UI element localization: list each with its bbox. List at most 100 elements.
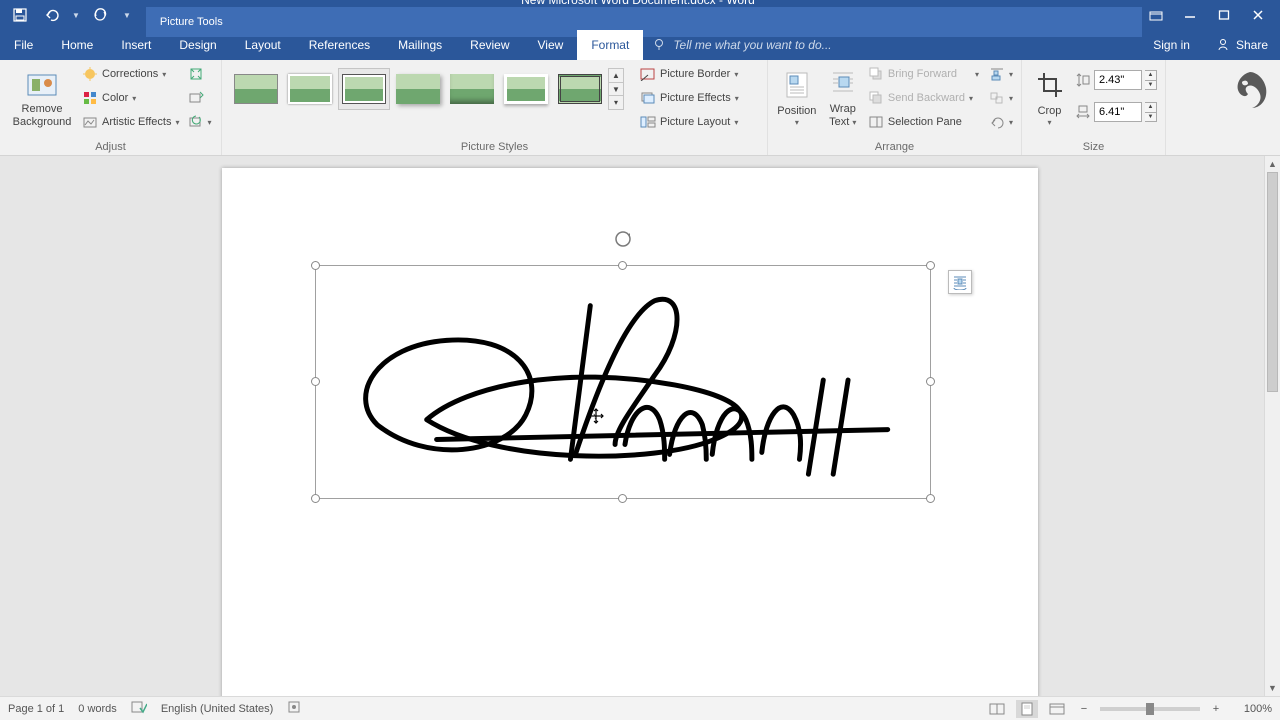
compress-pictures-button[interactable] xyxy=(188,64,212,84)
reset-picture-button[interactable]: ▾ xyxy=(188,112,212,132)
picture-layout-button[interactable]: Picture Layout▾ xyxy=(640,112,739,132)
height-field: ▲▼ xyxy=(1075,68,1157,92)
corrections-button[interactable]: Corrections▾ xyxy=(82,64,180,84)
resize-handle-ml[interactable] xyxy=(311,377,320,386)
language-indicator[interactable]: English (United States) xyxy=(161,703,274,715)
gallery-more[interactable]: ▾ xyxy=(609,96,623,109)
rotate-handle[interactable] xyxy=(614,230,632,248)
resize-handle-tm[interactable] xyxy=(618,261,627,270)
save-button[interactable] xyxy=(8,3,32,27)
tab-design[interactable]: Design xyxy=(165,30,230,60)
vertical-scrollbar[interactable]: ▲ ▼ xyxy=(1264,156,1280,696)
picture-effects-button[interactable]: Picture Effects▾ xyxy=(640,88,739,108)
width-spin-down[interactable]: ▼ xyxy=(1145,113,1156,122)
close-button[interactable] xyxy=(1244,3,1272,27)
tab-view[interactable]: View xyxy=(524,30,578,60)
bring-forward-button[interactable]: Bring Forward▾ xyxy=(868,64,979,84)
picture-effects-icon xyxy=(640,90,656,106)
remove-background-button[interactable]: Remove Background xyxy=(8,64,76,134)
style-preset-7[interactable] xyxy=(554,68,606,110)
macro-recording-icon[interactable] xyxy=(287,700,301,717)
print-layout-button[interactable] xyxy=(1016,700,1038,718)
group-button[interactable]: ▾ xyxy=(989,88,1013,108)
group-label-picture-styles: Picture Styles xyxy=(230,139,759,153)
resize-handle-bm[interactable] xyxy=(618,494,627,503)
tab-references[interactable]: References xyxy=(295,30,384,60)
layout-options-button[interactable] xyxy=(948,270,972,294)
position-button[interactable]: Position▾ xyxy=(776,64,818,134)
resize-handle-bl[interactable] xyxy=(311,494,320,503)
tab-file[interactable]: File xyxy=(0,30,47,60)
page-indicator[interactable]: Page 1 of 1 xyxy=(8,703,64,715)
minimize-button[interactable] xyxy=(1176,3,1204,27)
resize-handle-br[interactable] xyxy=(926,494,935,503)
remove-background-icon xyxy=(26,69,58,101)
width-spin-up[interactable]: ▲ xyxy=(1145,103,1156,113)
read-mode-button[interactable] xyxy=(986,700,1008,718)
qat-customize[interactable]: ▼ xyxy=(120,3,134,27)
selection-pane-button[interactable]: Selection Pane xyxy=(868,112,979,132)
undo-button[interactable] xyxy=(40,3,64,27)
resize-handle-tr[interactable] xyxy=(926,261,935,270)
word-count[interactable]: 0 words xyxy=(78,703,117,715)
picture-border-button[interactable]: Picture Border▾ xyxy=(640,64,739,84)
align-button[interactable]: ▾ xyxy=(989,64,1013,84)
style-preset-3[interactable] xyxy=(338,68,390,110)
style-preset-6[interactable] xyxy=(500,68,552,110)
style-preset-1[interactable] xyxy=(230,68,282,110)
tab-insert[interactable]: Insert xyxy=(107,30,165,60)
ribbon-display-options[interactable] xyxy=(1142,3,1170,27)
align-icon xyxy=(989,66,1005,82)
send-backward-icon xyxy=(868,90,884,106)
height-spin-down[interactable]: ▼ xyxy=(1145,81,1156,90)
wrap-text-button[interactable]: Wrap Text ▾ xyxy=(824,64,862,134)
zoom-in[interactable]: + xyxy=(1208,703,1224,715)
style-preset-4[interactable] xyxy=(392,68,444,110)
zoom-thumb[interactable] xyxy=(1146,703,1154,715)
scroll-up[interactable]: ▲ xyxy=(1265,156,1280,172)
resize-handle-mr[interactable] xyxy=(926,377,935,386)
web-layout-button[interactable] xyxy=(1046,700,1068,718)
picture-selection[interactable] xyxy=(315,265,931,499)
gallery-scroll: ▲ ▼ ▾ xyxy=(608,68,624,110)
height-spin-up[interactable]: ▲ xyxy=(1145,71,1156,81)
width-icon xyxy=(1075,104,1091,120)
change-picture-icon xyxy=(188,90,204,106)
zoom-level[interactable]: 100% xyxy=(1232,703,1272,715)
reset-picture-icon xyxy=(188,114,204,130)
gallery-scroll-up[interactable]: ▲ xyxy=(609,69,623,83)
tell-me-search[interactable]: Tell me what you want to do... xyxy=(643,30,1139,60)
tab-layout[interactable]: Layout xyxy=(231,30,295,60)
change-picture-button[interactable] xyxy=(188,88,212,108)
maximize-button[interactable] xyxy=(1210,3,1238,27)
tab-mailings[interactable]: Mailings xyxy=(384,30,456,60)
style-preset-2[interactable] xyxy=(284,68,336,110)
style-preset-5[interactable] xyxy=(446,68,498,110)
width-input[interactable] xyxy=(1094,102,1142,122)
artistic-effects-icon xyxy=(82,114,98,130)
artistic-effects-button[interactable]: Artistic Effects▾ xyxy=(82,112,180,132)
zoom-out[interactable]: − xyxy=(1076,703,1092,715)
send-backward-button[interactable]: Send Backward▾ xyxy=(868,88,979,108)
spellcheck-icon[interactable] xyxy=(131,700,147,717)
color-button[interactable]: Color▾ xyxy=(82,88,180,108)
sign-in-button[interactable]: Sign in xyxy=(1139,30,1204,60)
redo-button[interactable] xyxy=(88,3,112,27)
height-input[interactable] xyxy=(1094,70,1142,90)
resize-handle-tl[interactable] xyxy=(311,261,320,270)
share-icon xyxy=(1216,38,1230,52)
tab-review[interactable]: Review xyxy=(456,30,523,60)
group-icon xyxy=(989,90,1005,106)
tab-home[interactable]: Home xyxy=(47,30,107,60)
tab-format[interactable]: Format xyxy=(577,30,643,60)
scroll-down[interactable]: ▼ xyxy=(1265,680,1280,696)
signature-image[interactable] xyxy=(316,266,930,498)
dragon-logo xyxy=(1228,68,1272,112)
scroll-thumb[interactable] xyxy=(1267,172,1278,392)
rotate-button[interactable]: ▾ xyxy=(989,112,1013,132)
gallery-scroll-down[interactable]: ▼ xyxy=(609,83,623,97)
crop-button[interactable]: Crop▾ xyxy=(1030,64,1069,134)
zoom-slider[interactable] xyxy=(1100,707,1200,711)
share-button[interactable]: Share xyxy=(1204,30,1280,60)
document-canvas[interactable] xyxy=(0,156,1264,696)
